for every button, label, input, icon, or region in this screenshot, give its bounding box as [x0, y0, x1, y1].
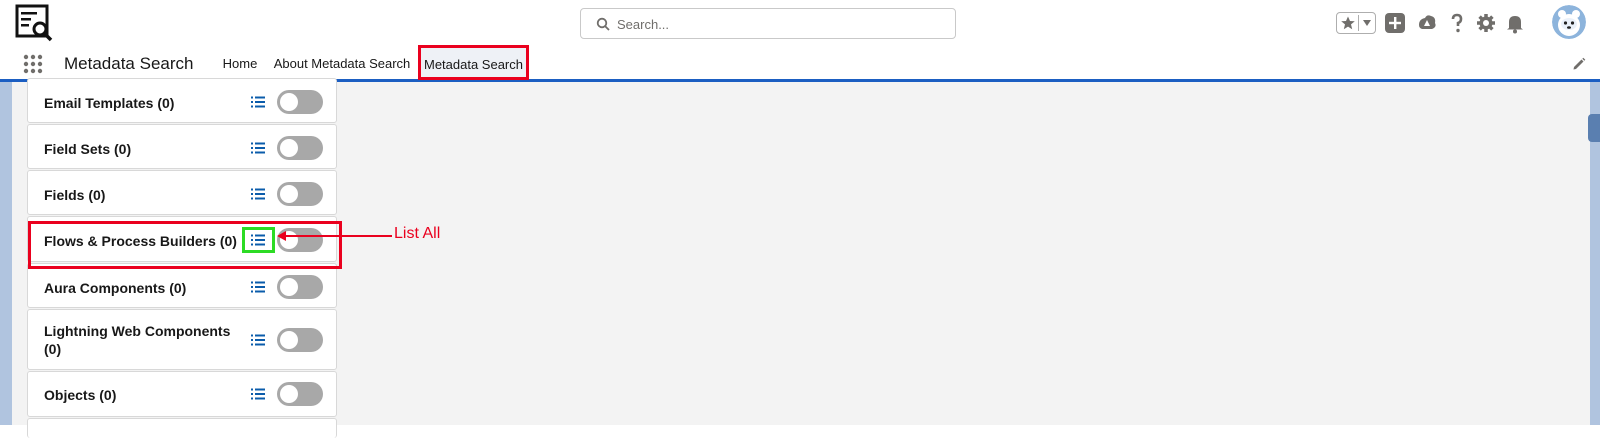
toggle-knob [280, 331, 298, 349]
metadata-card: Field Sets (0) [27, 124, 337, 169]
include-toggle[interactable] [277, 182, 323, 206]
metadata-card: Fields (0) [27, 170, 337, 215]
metadata-card-label-continued: (0) [44, 341, 62, 357]
main-content: Email Templates (0) Field Sets (0) Field… [0, 78, 1600, 438]
side-panel-handle[interactable] [1588, 114, 1600, 142]
app-navigation-bar: Metadata Search Home About Metadata Sear… [0, 45, 1600, 82]
list-all-icon[interactable] [251, 96, 265, 108]
tab-metadata-search[interactable]: Metadata Search [418, 45, 529, 80]
annotation-label: List All [394, 225, 441, 242]
include-toggle[interactable] [277, 136, 323, 160]
annotation-highlight-card [28, 221, 342, 269]
metadata-card-label: Objects (0) [44, 387, 117, 403]
favorites-button[interactable] [1336, 12, 1376, 34]
metadata-card-label: Aura Components (0) [44, 280, 187, 296]
global-header [0, 0, 1600, 46]
metadata-card-label: Email Templates (0) [44, 95, 175, 111]
avatar[interactable] [1552, 5, 1586, 39]
search-input[interactable] [617, 13, 937, 35]
toggle-knob [280, 93, 298, 111]
tab-home-label: Home [222, 56, 258, 71]
tab-about-metadata-search[interactable]: About Metadata Search [272, 46, 412, 79]
metadata-card: Objects (0) [27, 371, 337, 417]
tab-metadata-search-label: Metadata Search [423, 57, 523, 72]
metadata-card: Email Templates (0) [27, 78, 337, 123]
edit-nav-pencil-icon[interactable] [1572, 57, 1586, 71]
metadata-card-partial [27, 418, 337, 438]
trailhead-icon[interactable] [1416, 12, 1438, 34]
tab-home[interactable]: Home [215, 46, 265, 79]
global-actions-icon[interactable] [1384, 12, 1406, 34]
metadata-card: Aura Components (0) [27, 263, 337, 308]
favorites-star-icon[interactable] [1340, 15, 1356, 31]
metadata-card: Lightning Web Components (0) [27, 309, 337, 370]
favorites-divider [1358, 15, 1359, 31]
toggle-knob [280, 139, 298, 157]
search-icon [596, 17, 610, 31]
toggle-knob [280, 385, 298, 403]
logo-icon[interactable] [14, 3, 54, 43]
list-all-icon[interactable] [251, 142, 265, 154]
metadata-card-label: Fields (0) [44, 187, 106, 203]
global-search[interactable] [580, 8, 956, 39]
app-launcher-icon[interactable] [23, 54, 43, 74]
annotation-arrow-head [277, 231, 286, 241]
list-all-icon[interactable] [251, 388, 265, 400]
list-all-icon[interactable] [251, 334, 265, 346]
favorites-caret-icon[interactable] [1361, 18, 1373, 28]
toggle-knob [280, 278, 298, 296]
tab-about-label: About Metadata Search [273, 56, 411, 71]
toggle-knob [280, 185, 298, 203]
setup-gear-icon[interactable] [1475, 12, 1497, 34]
notifications-bell-icon[interactable] [1504, 12, 1526, 34]
metadata-card-label: Field Sets (0) [44, 141, 132, 157]
include-toggle[interactable] [277, 90, 323, 114]
include-toggle[interactable] [277, 328, 323, 352]
include-toggle[interactable] [277, 382, 323, 406]
list-all-icon[interactable] [251, 188, 265, 200]
include-toggle[interactable] [277, 275, 323, 299]
help-icon[interactable] [1446, 12, 1468, 34]
left-background-strip [0, 82, 12, 425]
annotation-arrow-line [286, 235, 392, 237]
list-all-icon[interactable] [251, 281, 265, 293]
metadata-card-label: Lightning Web Components [44, 323, 231, 339]
annotation-highlight-list-icon [242, 227, 275, 253]
app-name: Metadata Search [64, 54, 194, 73]
